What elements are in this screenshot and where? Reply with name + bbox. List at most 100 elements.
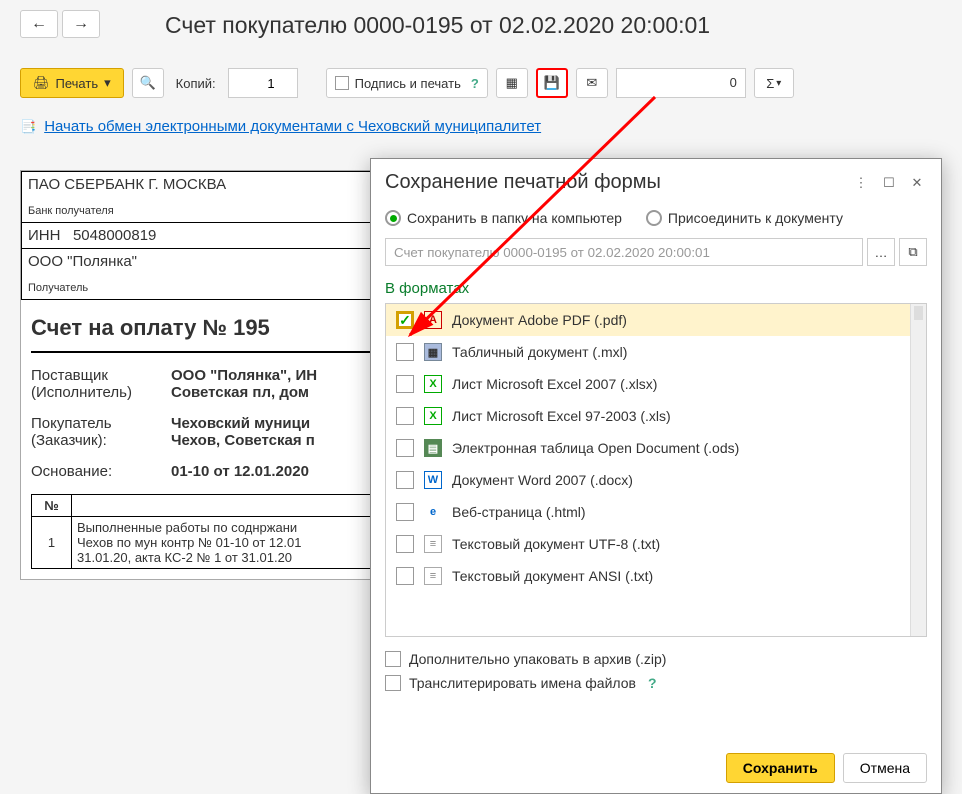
format-item-txt-utf8[interactable]: ≡ Текстовый документ UTF-8 (.txt) bbox=[386, 528, 926, 560]
sigma-button[interactable]: Σ ▾ bbox=[754, 68, 794, 98]
printer-icon: 🖨 bbox=[33, 75, 50, 91]
page-title: Счет покупателю 0000-0195 от 02.02.2020 … bbox=[165, 12, 710, 39]
scrollbar[interactable] bbox=[910, 304, 926, 636]
buyer-label: Покупатель bbox=[31, 415, 171, 432]
dropdown-icon: ▾ bbox=[104, 75, 111, 91]
grid-button[interactable]: ▦ bbox=[496, 68, 528, 98]
format-checkbox[interactable] bbox=[396, 407, 414, 425]
copies-input[interactable] bbox=[229, 69, 279, 97]
format-checkbox[interactable] bbox=[396, 471, 414, 489]
translit-option[interactable]: Транслитерировать имена файлов ? bbox=[385, 671, 927, 695]
supplier-sublabel: (Исполнитель) bbox=[31, 384, 171, 401]
copies-label: Копий: bbox=[176, 76, 216, 91]
format-label: Веб-страница (.html) bbox=[452, 504, 586, 520]
format-label: Текстовый документ UTF-8 (.txt) bbox=[452, 536, 660, 552]
buyer-name: Чеховский муници bbox=[171, 415, 315, 432]
format-label: Документ Adobe PDF (.pdf) bbox=[452, 312, 627, 328]
open-button[interactable]: ⧉ bbox=[899, 238, 927, 266]
save-button[interactable]: 💾 bbox=[536, 68, 568, 98]
close-icon[interactable]: ✕ bbox=[907, 173, 927, 193]
format-label: Электронная таблица Open Document (.ods) bbox=[452, 440, 739, 456]
maximize-icon[interactable]: ☐ bbox=[879, 173, 899, 193]
bank-recipient-label: Банк получателя bbox=[28, 205, 114, 217]
exchange-icon: 📑 bbox=[20, 119, 36, 135]
format-checkbox[interactable] bbox=[396, 311, 414, 329]
sign-label: Подпись и печать bbox=[355, 76, 461, 91]
email-button[interactable]: ✉ bbox=[576, 68, 608, 98]
col-number: № bbox=[32, 495, 72, 517]
radio-icon bbox=[646, 210, 662, 226]
format-checkbox[interactable] bbox=[396, 375, 414, 393]
format-label: Текстовый документ ANSI (.txt) bbox=[452, 568, 653, 584]
zip-option[interactable]: Дополнительно упаковать в архив (.zip) bbox=[385, 647, 927, 671]
txt-icon: ≡ bbox=[424, 567, 442, 585]
format-checkbox[interactable] bbox=[396, 503, 414, 521]
format-item-docx[interactable]: W Документ Word 2007 (.docx) bbox=[386, 464, 926, 496]
dialog-title: Сохранение печатной формы bbox=[385, 171, 843, 194]
excel-icon: X bbox=[424, 407, 442, 425]
format-label: Лист Microsoft Excel 97-2003 (.xls) bbox=[452, 408, 671, 424]
format-checkbox[interactable] bbox=[396, 439, 414, 457]
buyer-addr: Чехов, Советская п bbox=[171, 432, 315, 449]
dropdown-icon: ▾ bbox=[776, 78, 781, 89]
help-icon[interactable]: ? bbox=[648, 675, 657, 691]
forward-button[interactable]: → bbox=[62, 10, 100, 38]
format-item-html[interactable]: e Веб-страница (.html) bbox=[386, 496, 926, 528]
excel-icon: X bbox=[424, 375, 442, 393]
ods-icon: ▤ bbox=[424, 439, 442, 457]
format-list[interactable]: A Документ Adobe PDF (.pdf) ▦ Табличный … bbox=[385, 303, 927, 637]
zip-checkbox[interactable] bbox=[385, 651, 401, 667]
radio-save-label: Сохранить в папку на компьютер bbox=[407, 210, 622, 226]
radio-attach-label: Присоединить к документу bbox=[668, 210, 843, 226]
buyer-sublabel: (Заказчик): bbox=[31, 432, 171, 449]
word-icon: W bbox=[424, 471, 442, 489]
envelope-icon: ✉ bbox=[586, 75, 597, 91]
back-button[interactable]: ← bbox=[20, 10, 58, 38]
zip-label: Дополнительно упаковать в архив (.zip) bbox=[409, 651, 666, 667]
format-checkbox[interactable] bbox=[396, 535, 414, 553]
inn-label: ИНН bbox=[28, 227, 60, 244]
mxl-icon: ▦ bbox=[424, 343, 442, 361]
cancel-button[interactable]: Отмена bbox=[843, 753, 927, 783]
format-item-xls[interactable]: X Лист Microsoft Excel 97-2003 (.xls) bbox=[386, 400, 926, 432]
format-item-pdf[interactable]: A Документ Adobe PDF (.pdf) bbox=[386, 304, 926, 336]
save-confirm-button[interactable]: Сохранить bbox=[726, 753, 835, 783]
help-icon[interactable]: ? bbox=[471, 76, 479, 91]
magnifier-icon: 🔍 bbox=[140, 75, 156, 91]
sign-checkbox[interactable] bbox=[335, 76, 349, 90]
copies-field[interactable] bbox=[228, 68, 298, 98]
format-checkbox[interactable] bbox=[396, 567, 414, 585]
format-item-mxl[interactable]: ▦ Табличный документ (.mxl) bbox=[386, 336, 926, 368]
txt-icon: ≡ bbox=[424, 535, 442, 553]
preview-button[interactable]: 🔍 bbox=[132, 68, 164, 98]
supplier-name: ООО "Полянка", ИН bbox=[171, 367, 317, 384]
filename-input[interactable] bbox=[385, 238, 863, 266]
item-num: 1 bbox=[32, 517, 72, 569]
pdf-icon: A bbox=[424, 311, 442, 329]
format-label: Табличный документ (.mxl) bbox=[452, 344, 627, 360]
radio-save-folder[interactable]: Сохранить в папку на компьютер bbox=[385, 210, 622, 226]
sign-stamp-button[interactable]: Подпись и печать ? bbox=[326, 68, 488, 98]
recipient-label: Получатель bbox=[28, 282, 88, 294]
supplier-addr: Советская пл, дом bbox=[171, 384, 317, 401]
translit-checkbox[interactable] bbox=[385, 675, 401, 691]
formats-label: В форматах bbox=[371, 270, 941, 303]
basis-value: 01-10 от 12.01.2020 bbox=[171, 463, 309, 480]
sum-field[interactable]: 0 bbox=[616, 68, 746, 98]
print-button[interactable]: 🖨 Печать ▾ bbox=[20, 68, 124, 98]
browse-button[interactable]: … bbox=[867, 238, 895, 266]
more-icon[interactable]: ⋮ bbox=[851, 173, 871, 193]
exchange-link[interactable]: Начать обмен электронными документами с … bbox=[44, 118, 541, 135]
supplier-label: Поставщик bbox=[31, 367, 171, 384]
radio-attach[interactable]: Присоединить к документу bbox=[646, 210, 843, 226]
format-item-ods[interactable]: ▤ Электронная таблица Open Document (.od… bbox=[386, 432, 926, 464]
save-dialog: Сохранение печатной формы ⋮ ☐ ✕ Сохранит… bbox=[370, 158, 942, 794]
translit-label: Транслитерировать имена файлов bbox=[409, 675, 636, 691]
format-item-xlsx[interactable]: X Лист Microsoft Excel 2007 (.xlsx) bbox=[386, 368, 926, 400]
inn-value: 5048000819 bbox=[73, 227, 156, 244]
format-label: Лист Microsoft Excel 2007 (.xlsx) bbox=[452, 376, 657, 392]
format-label: Документ Word 2007 (.docx) bbox=[452, 472, 633, 488]
bank-name: ПАО СБЕРБАНК Г. МОСКВА bbox=[28, 176, 226, 193]
format-checkbox[interactable] bbox=[396, 343, 414, 361]
format-item-txt-ansi[interactable]: ≡ Текстовый документ ANSI (.txt) bbox=[386, 560, 926, 592]
